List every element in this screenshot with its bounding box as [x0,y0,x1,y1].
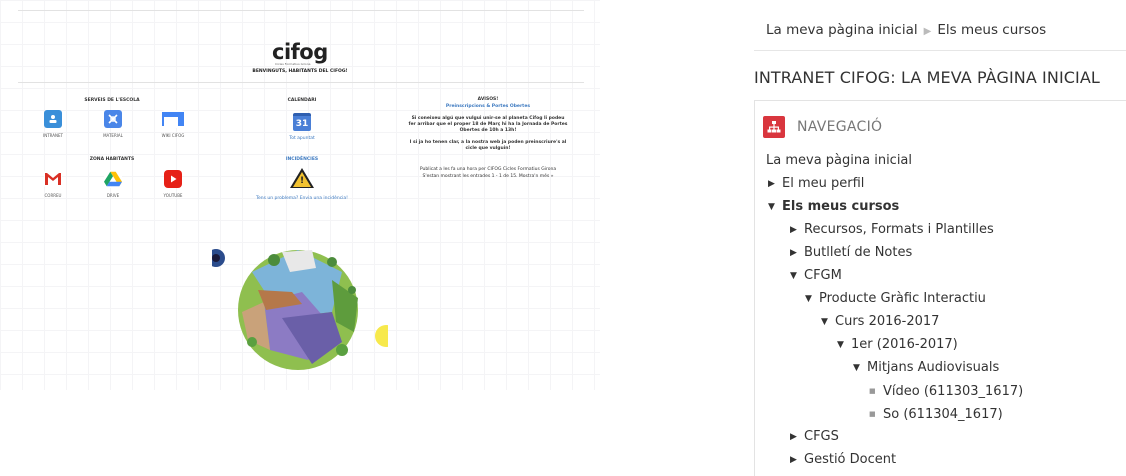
nav-item-gestio-docent[interactable]: ▶ Gestió Docent [790,449,896,471]
notice-footer: Publicat a les fa una hora per CIFOG Cic… [419,167,557,172]
incidents-link[interactable]: Tens un problema? Envia una incidència! [232,196,372,201]
youtube-label: YOUTUBE [163,193,183,198]
intranet-label: INTRANET [43,133,63,138]
warning-mark: ! [300,176,305,186]
nav-item-home[interactable]: La meva pàgina inicial [766,150,912,172]
gmail-icon [44,170,62,188]
wiki-app[interactable]: WIKI CIFOG [153,110,193,138]
breadcrumb-home[interactable]: La meva pàgina inicial [766,22,918,38]
notice-subtitle[interactable]: Preinscripcions & Portes Obertes [446,104,530,109]
correu-app[interactable]: CORREU [33,170,73,198]
wiki-label: WIKI CIFOG [161,133,185,138]
nav-item-producte-grafic[interactable]: ▼ Producte Gràfic Interactiu [805,288,986,310]
nav-item-label: Butlletí de Notes [804,245,913,260]
incidents-title: INCIDÈNCIES [285,157,319,162]
youtube-icon [164,170,182,188]
wiki-icon [162,110,184,128]
cifog-logo[interactable]: cifog [272,42,328,63]
navigation-title: NAVEGACIÓ [797,119,883,135]
nav-item-my-courses[interactable]: ▼ Els meus cursos [768,196,899,218]
nav-item-label: Recursos, Formats i Plantilles [804,222,994,237]
services-title: SERVEIS DE L'ESCOLA [84,98,140,103]
collapsed-arrow-icon[interactable]: ▶ [790,449,804,471]
zone-title: ZONA HABITANTS [89,157,135,162]
logo-subtitle: Cicles Formatius Girona [275,62,311,66]
expanded-arrow-icon[interactable]: ▼ [821,311,835,333]
calendar-icon[interactable]: 31 [293,113,311,131]
sitemap-icon [763,116,785,138]
drive-label: DRIVE [106,193,120,198]
nav-item-label: CFGM [804,268,842,283]
page-title: INTRANET CIFOG: LA MEVA PÀGINA INICIAL [754,68,1100,87]
nav-item-label: Gestió Docent [804,452,897,467]
expanded-arrow-icon[interactable]: ▼ [768,196,782,218]
planet-illustration [212,249,388,370]
navigation-panel: La meva pàgina inicial ▶ Els meus cursos I… [754,0,1126,476]
expanded-arrow-icon[interactable]: ▼ [790,265,804,287]
expanded-arrow-icon[interactable]: ▼ [853,357,867,379]
collapsed-arrow-icon[interactable]: ▶ [790,219,804,241]
breadcrumb: La meva pàgina inicial ▶ Els meus cursos [766,22,1046,38]
collapsed-arrow-icon[interactable]: ▶ [768,173,782,195]
notice-text: Si coneixeu algú que vulgui unir-se al p… [408,116,568,133]
drive-icon [104,170,122,188]
nav-item-label: Vídeo (611303_1617) [883,384,1024,399]
nav-item-profile[interactable]: ▶ El meu perfil [768,173,864,195]
nav-item-1er[interactable]: ▼ 1er (2016-2017) [837,334,958,356]
nav-item-grades[interactable]: ▶ Butlletí de Notes [790,242,912,264]
nav-item-label: Curs 2016-2017 [835,314,940,329]
collapsed-arrow-icon[interactable]: ▶ [790,242,804,264]
intranet-app[interactable]: INTRANET [33,110,73,138]
navigation-block-header[interactable]: NAVEGACIÓ [763,116,882,138]
calendar-title: CALENDARI [287,98,317,103]
nav-item-label: Els meus cursos [782,199,900,214]
nav-item-cfgs[interactable]: ▶ CFGS [790,426,839,448]
nav-item-video[interactable]: ■ Vídeo (611303_1617) [869,380,1023,402]
material-label: MATERIAL [103,133,123,138]
nav-item-label: So (611304_1617) [883,407,1003,422]
breadcrumb-separator-icon: ▶ [923,26,932,37]
nav-item-label: Producte Gràfic Interactiu [819,291,986,306]
correu-label: CORREU [44,193,62,198]
collapsed-arrow-icon[interactable]: ▶ [790,426,804,448]
leaf-bullet-icon: ■ [869,387,876,395]
breadcrumb-current[interactable]: Els meus cursos [937,22,1046,38]
material-app[interactable]: MATERIAL [93,110,133,138]
nav-item-label: El meu perfil [782,176,865,191]
nav-item-cfgm[interactable]: ▼ CFGM [790,265,842,287]
leaf-bullet-icon: ■ [869,410,876,418]
notice-footer-2[interactable]: S'estan mostrant les entrades 1 - 1 de 1… [408,174,568,180]
nav-item-so[interactable]: ■ So (611304_1617) [869,403,1003,425]
person-icon [44,110,62,128]
nav-item-label: CFGS [804,429,839,444]
calendar-link[interactable]: Tot apuntat [252,136,352,141]
expanded-arrow-icon[interactable]: ▼ [805,288,819,310]
breadcrumb-divider [754,50,1126,51]
intranet-preview: cifog Cicles Formatius Girona BENVINGUTS… [0,0,600,390]
youtube-app[interactable]: YOUTUBE [153,170,193,198]
nav-item-label: Mitjans Audiovisuals [867,360,1000,375]
expanded-arrow-icon[interactable]: ▼ [837,334,851,356]
material-icon [104,110,122,128]
nav-item-label: La meva pàgina inicial [766,153,913,168]
nav-item-curs[interactable]: ▼ Curs 2016-2017 [821,311,939,333]
drive-app[interactable]: DRIVE [93,170,133,198]
notice-title: AVISOS! [477,97,499,102]
notice-text-2: I si ja ho tenen clar, a la nostra web j… [409,140,567,151]
nav-item-mitjans[interactable]: ▼ Mitjans Audiovisuals [853,357,999,379]
nav-item-label: 1er (2016-2017) [851,337,958,352]
nav-item-resources[interactable]: ▶ Recursos, Formats i Plantilles [790,219,994,241]
preview-top-border [18,10,584,11]
welcome-heading: BENVINGUTS, HABITANTS DEL CIFOG! [252,69,348,74]
header-divider [18,82,584,83]
